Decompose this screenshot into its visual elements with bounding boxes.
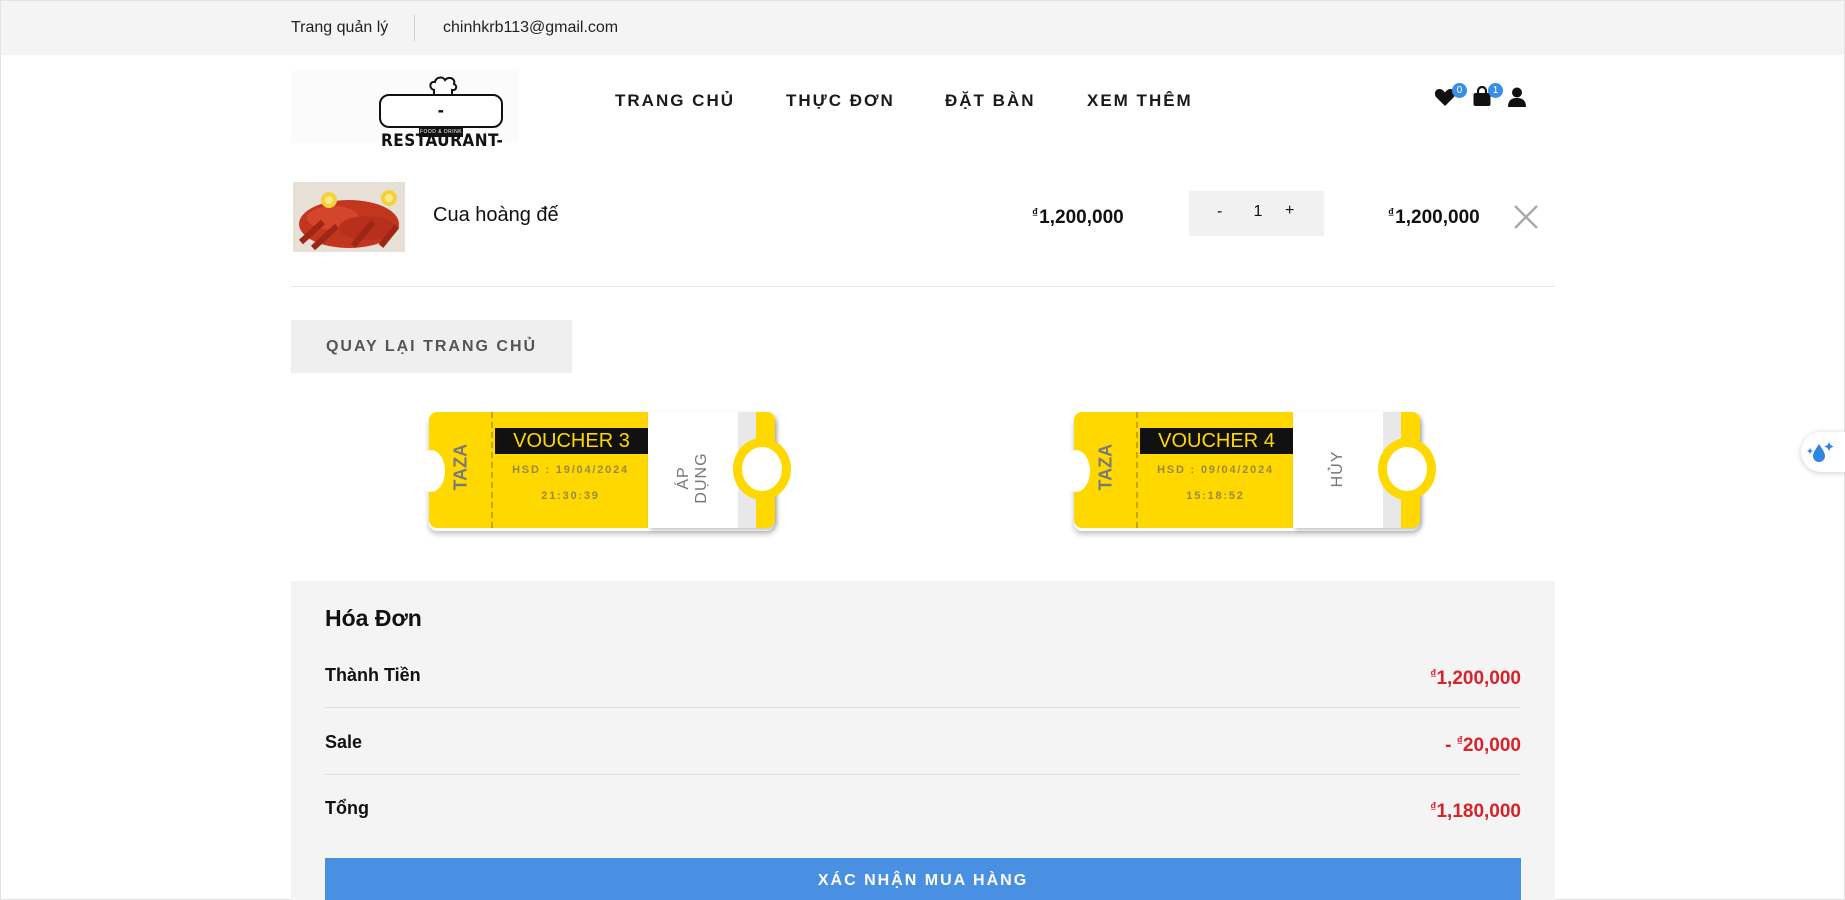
line-total: ₫1,200,000	[1388, 206, 1480, 229]
invoice-row-amount: ₫1,200,000	[1430, 667, 1521, 690]
voucher-body: VOUCHER 4 HSD : 09/04/2024 15:18:52	[1138, 412, 1293, 528]
cart-divider	[291, 286, 1555, 287]
invoice-row-amount: - ₫20,000	[1445, 734, 1521, 757]
amount-value: 1,200,000	[1436, 668, 1521, 689]
voucher-notch	[1378, 438, 1436, 500]
apply-voucher-button[interactable]: ÁP DỤNG	[648, 412, 791, 528]
invoice-panel: Hóa Đơn Thành Tiền ₫1,200,000 Sale - ₫20…	[291, 581, 1555, 900]
cancel-voucher-button[interactable]: HỦY	[1293, 412, 1436, 528]
quantity-increase-button[interactable]: +	[1285, 202, 1294, 220]
voucher-time: 21:30:39	[541, 490, 600, 502]
floating-assistant-button[interactable]	[1801, 432, 1845, 472]
invoice-row-sale: Sale - ₫20,000	[325, 732, 1521, 798]
voucher-card: TAZA VOUCHER 4 HSD : 09/04/2024 15:18:52…	[1062, 412, 1436, 528]
voucher-brand: TAZA	[450, 443, 471, 491]
quantity-value[interactable]: 1	[1252, 203, 1264, 221]
admin-link[interactable]: Trang quản lý	[291, 19, 388, 37]
voucher-stub: TAZA	[417, 412, 493, 528]
invoice-row-subtotal: Thành Tiền ₫1,200,000	[325, 665, 1521, 731]
crab-image	[293, 182, 405, 252]
sparkle-drop-icon	[1807, 442, 1834, 462]
voucher-title: VOUCHER 3	[495, 428, 648, 454]
voucher-action-label: ÁP DỤNG	[675, 452, 710, 504]
cart-page: Trang quản lý chinhkrb113@gmail.com -RES…	[0, 0, 1845, 900]
invoice-row-label: Tổng	[325, 798, 369, 818]
voucher-card: TAZA VOUCHER 3 HSD : 19/04/2024 21:30:39…	[417, 412, 791, 528]
voucher-notch	[733, 438, 791, 500]
voucher-brand: TAZA	[1095, 443, 1116, 491]
logo-text: -RESTAURANT-	[379, 94, 503, 151]
top-bar-divider	[414, 15, 415, 41]
nav-booking[interactable]: ĐẶT BÀN	[945, 91, 1036, 111]
amount-value: 20,000	[1462, 735, 1521, 756]
voucher-time: 15:18:52	[1186, 490, 1245, 502]
invoice-row-label: Sale	[325, 732, 363, 752]
voucher-body: VOUCHER 3 HSD : 19/04/2024 21:30:39	[493, 412, 648, 528]
invoice-row-amount: ₫1,180,000	[1430, 800, 1521, 823]
currency-symbol: ₫	[1388, 206, 1395, 220]
top-bar: Trang quản lý chinhkrb113@gmail.com	[1, 1, 1844, 55]
wishlist-count-badge: 0	[1452, 83, 1467, 98]
voucher-expiry: HSD : 19/04/2024	[512, 464, 629, 476]
invoice-row-label: Thành Tiền	[325, 665, 421, 685]
invoice-divider	[325, 774, 1521, 775]
product-image[interactable]	[293, 182, 405, 252]
unit-price-value: 1,200,000	[1039, 207, 1124, 228]
invoice-divider	[325, 707, 1521, 708]
confirm-purchase-button[interactable]: XÁC NHẬN MUA HÀNG	[325, 858, 1521, 900]
unit-price: ₫1,200,000	[1032, 206, 1124, 229]
back-to-home-button[interactable]: QUAY LẠI TRANG CHỦ	[291, 320, 572, 373]
nav-menu[interactable]: THỰC ĐƠN	[786, 91, 895, 111]
invoice-row-total: Tổng ₫1,180,000	[325, 798, 1521, 864]
user-icon[interactable]	[1505, 85, 1529, 109]
quantity-decrease-button[interactable]: -	[1217, 203, 1222, 221]
cart-count-badge: 1	[1488, 83, 1503, 98]
product-name[interactable]: Cua hoàng đế	[433, 204, 559, 227]
voucher-notch	[1062, 450, 1090, 492]
nav-home[interactable]: TRANG CHỦ	[615, 91, 735, 111]
voucher-expiry: HSD : 09/04/2024	[1157, 464, 1274, 476]
voucher-title: VOUCHER 4	[1140, 428, 1293, 454]
user-email: chinhkrb113@gmail.com	[443, 19, 619, 36]
logo-subtext: FOOD & DRINK	[419, 128, 463, 137]
voucher-action-label: HỦY	[1329, 450, 1346, 488]
voucher-notch	[417, 450, 445, 492]
amount-prefix: -	[1445, 735, 1457, 756]
line-total-value: 1,200,000	[1395, 207, 1480, 228]
nav-more[interactable]: XEM THÊM	[1087, 91, 1193, 111]
currency-symbol: ₫	[1032, 206, 1039, 220]
amount-value: 1,180,000	[1436, 801, 1521, 822]
restaurant-logo[interactable]: -RESTAURANT- FOOD & DRINK	[291, 71, 519, 151]
voucher-stub: TAZA	[1062, 412, 1138, 528]
invoice-title: Hóa Đơn	[325, 605, 422, 631]
close-icon[interactable]	[1513, 204, 1539, 230]
quantity-stepper: - 1 +	[1189, 191, 1324, 236]
